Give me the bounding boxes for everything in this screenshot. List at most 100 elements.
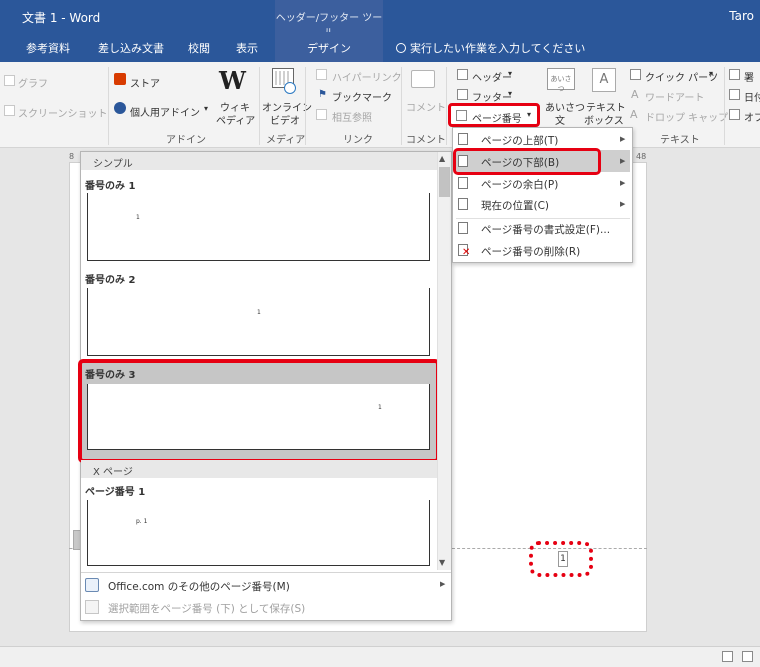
chart-button[interactable]: グラフ <box>18 75 48 90</box>
more-page-numbers-link[interactable]: Office.com のその他のページ番号(M) <box>108 579 290 594</box>
comment-icon <box>411 70 435 88</box>
status-bar <box>0 646 760 667</box>
menu-item-page-margin[interactable]: ページの余白(P) <box>481 177 558 192</box>
gallery-item-highlight <box>78 359 440 463</box>
gallery-scrollbar[interactable] <box>437 152 451 570</box>
dropcap-icon: A <box>630 108 638 121</box>
group-divider <box>108 67 109 145</box>
scroll-up-icon[interactable]: ▲ <box>439 154 445 163</box>
divider <box>81 572 451 573</box>
screenshot-button[interactable]: スクリーンショット <box>18 105 108 120</box>
format-page-number-icon <box>458 222 468 234</box>
chevron-down-icon[interactable]: ▾ <box>709 69 713 78</box>
page-number-icon <box>456 110 467 121</box>
chevron-down-icon: ▾ <box>527 110 532 119</box>
signature-icon <box>729 69 740 80</box>
page-number-button[interactable]: ページ番号 ▾ <box>448 103 540 127</box>
personal-addins-button[interactable]: 個人用アドイン <box>130 104 200 119</box>
gallery-category-simple: シンプル <box>81 152 437 170</box>
header-button[interactable]: ヘッダー <box>472 69 512 84</box>
bookmark-button[interactable]: ブックマーク <box>332 89 392 104</box>
save-selection-button[interactable]: 選択範囲をページ番号 (下) として保存(S) <box>108 601 305 616</box>
document-title: 文書 1 - Word <box>22 11 101 25</box>
group-divider <box>446 67 447 145</box>
quick-parts-button[interactable]: クイック パーツ <box>645 69 718 84</box>
close-icon: ✕ <box>462 247 471 258</box>
comment-button[interactable]: コメント <box>406 99 446 114</box>
print-layout-icon[interactable] <box>742 651 753 662</box>
textbox-label-2[interactable]: ボックス <box>584 112 624 127</box>
chevron-right-icon: ▶ <box>620 135 626 143</box>
thumbnail-page-number: 1 <box>136 214 140 221</box>
bookmark-icon: ⚑ <box>318 89 327 100</box>
footer-number-highlight <box>529 541 593 577</box>
wikipedia-label-2[interactable]: ペディア <box>216 112 255 127</box>
store-button[interactable]: ストア <box>130 75 160 90</box>
greeting-icon: あいさつ <box>547 68 575 93</box>
gallery-thumbnail-page-number-1[interactable]: p. 1 <box>87 500 430 566</box>
group-label-media: メディア <box>266 135 306 146</box>
gallery-thumbnail-plain-number-2[interactable]: 1 <box>87 288 430 356</box>
gallery-item-title[interactable]: 番号のみ 2 <box>85 271 135 286</box>
gallery-thumbnail-plain-number-1[interactable]: 1 <box>87 193 430 261</box>
cross-reference-button[interactable]: 相互参照 <box>332 109 372 124</box>
wordart-button[interactable]: ワードアート <box>645 89 704 104</box>
menu-item-remove-page-number[interactable]: ページ番号の削除(R) <box>481 244 580 259</box>
hyperlink-icon <box>316 69 327 80</box>
divider <box>456 218 630 219</box>
object-button[interactable]: オブ <box>744 109 760 124</box>
menu-item-format-page-number[interactable]: ページ番号の書式設定(F)... <box>481 222 610 237</box>
cross-reference-icon <box>316 109 327 120</box>
menu-item-highlight <box>453 148 601 175</box>
thumbnail-page-number: p. 1 <box>136 518 148 525</box>
tab-references[interactable]: 参考資料 <box>26 40 70 56</box>
read-mode-icon[interactable] <box>722 651 733 662</box>
scroll-down-icon[interactable]: ▼ <box>439 558 445 567</box>
save-selection-icon <box>85 600 99 614</box>
chevron-right-icon: ▶ <box>620 200 626 208</box>
tab-review[interactable]: 校閲 <box>188 40 210 56</box>
page-top-icon <box>458 133 468 145</box>
group-divider <box>259 67 260 145</box>
group-label-comments: コメント <box>406 135 446 146</box>
chevron-down-icon[interactable]: ▾ <box>508 69 512 78</box>
group-divider <box>305 67 306 145</box>
chevron-down-icon[interactable]: ▾ <box>508 89 512 98</box>
gallery-category-xpage: X ページ <box>81 460 437 478</box>
online-video-label-2[interactable]: ビデオ <box>270 112 300 127</box>
ruler-left-mark: 8 <box>69 152 75 161</box>
signature-button[interactable]: 署 <box>744 69 754 84</box>
object-icon <box>729 109 740 120</box>
dropcap-button[interactable]: ドロップ キャップ <box>645 109 728 124</box>
thumbnail-page-number: 1 <box>257 309 261 316</box>
gallery-item-title[interactable]: ページ番号 1 <box>85 483 145 498</box>
gallery-item-title[interactable]: 番号のみ 1 <box>85 177 135 192</box>
group-label-addins: アドイン <box>166 135 206 146</box>
ruler-right-mark: 48 <box>636 152 647 161</box>
lightbulb-icon <box>396 43 406 53</box>
header-icon <box>457 69 468 80</box>
scroll-thumb[interactable] <box>439 167 450 197</box>
greeting-label-1[interactable]: あいさつ <box>545 99 585 114</box>
group-divider <box>724 67 725 145</box>
footer-button[interactable]: フッター <box>472 89 512 104</box>
user-name[interactable]: Taro <box>729 9 754 23</box>
menu-item-page-top[interactable]: ページの上部(T) <box>481 133 558 148</box>
store-icon <box>114 73 126 85</box>
greeting-label-2[interactable]: 文 <box>555 112 565 127</box>
tell-me-box[interactable]: 実行したい作業を入力してください <box>396 40 585 56</box>
hyperlink-button[interactable]: ハイパーリンク <box>332 69 402 84</box>
menu-item-current-position[interactable]: 現在の位置(C) <box>481 198 549 213</box>
group-divider <box>401 67 402 145</box>
tab-design[interactable]: デザイン <box>275 32 383 62</box>
page-number-label: ページ番号 <box>472 114 522 125</box>
textbox-icon: A <box>592 68 616 92</box>
chevron-right-icon[interactable]: ▶ <box>440 580 445 588</box>
tab-mailings[interactable]: 差し込み文書 <box>98 40 164 56</box>
date-button[interactable]: 日付 <box>744 89 760 104</box>
chevron-down-icon[interactable]: ▾ <box>204 104 208 113</box>
addins-icon <box>114 102 126 114</box>
globe-icon <box>284 82 296 94</box>
tab-view[interactable]: 表示 <box>236 40 258 56</box>
footer-icon <box>457 89 468 100</box>
